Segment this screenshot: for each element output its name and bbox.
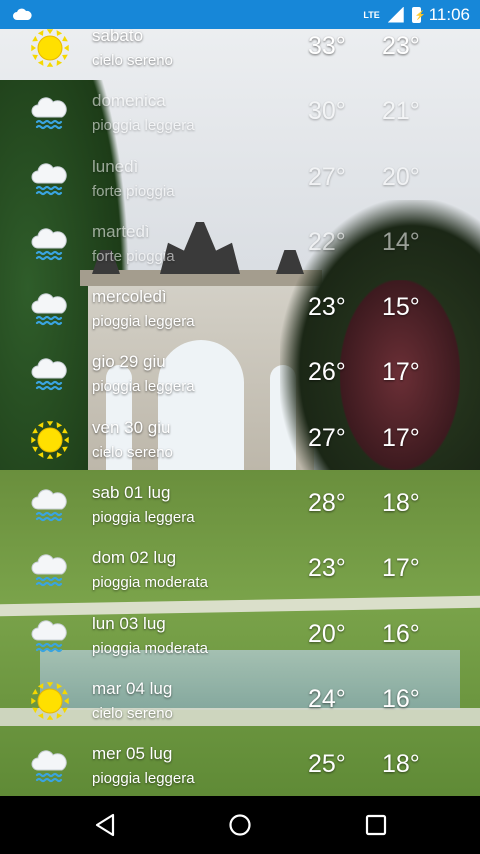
forecast-description: pioggia moderata — [92, 639, 208, 657]
rain-icon — [30, 224, 70, 264]
forecast-day: dom 02 lug — [92, 548, 177, 568]
back-icon[interactable] — [92, 811, 120, 839]
rain-icon — [30, 289, 70, 329]
min-temperature: 17° — [382, 554, 420, 583]
forecast-row[interactable]: mar 04 lug cielo sereno 24° 16° — [0, 674, 480, 739]
min-temperature: 21° — [382, 97, 420, 126]
forecast-day: lunedì — [92, 156, 139, 176]
min-temperature: 20° — [382, 162, 420, 191]
rain-icon — [30, 746, 70, 786]
forecast-day: mar 04 lug — [92, 678, 173, 698]
min-temperature: 17° — [382, 423, 420, 452]
forecast-description: pioggia leggera — [92, 313, 195, 331]
max-temperature: 27° — [308, 162, 346, 191]
min-temperature: 18° — [382, 489, 420, 518]
battery-icon: ⚡ — [411, 6, 426, 23]
max-temperature: 25° — [308, 750, 346, 779]
rain-icon — [30, 616, 70, 656]
forecast-day: martedì — [92, 221, 150, 241]
forecast-description: cielo sereno — [92, 704, 173, 722]
max-temperature: 26° — [308, 358, 346, 387]
navigation-bar — [0, 796, 480, 854]
max-temperature: 23° — [308, 293, 346, 322]
forecast-row[interactable]: sab 01 lug pioggia leggera 28° 18° — [0, 478, 480, 543]
max-temperature: 28° — [308, 489, 346, 518]
max-temperature: 30° — [308, 97, 346, 126]
forecast-description: forte pioggia — [92, 182, 175, 200]
forecast-day: sab 01 lug — [92, 483, 171, 503]
forecast-description: pioggia leggera — [92, 509, 195, 527]
max-temperature: 22° — [308, 227, 346, 256]
rain-icon — [30, 159, 70, 199]
forecast-description: pioggia leggera — [92, 770, 195, 788]
forecast-list[interactable]: sabato cielo sereno 33° 23° domenica pioggia … — [0, 21, 480, 805]
forecast-description: pioggia leggera — [92, 117, 195, 135]
min-temperature: 16° — [382, 619, 420, 648]
forecast-description: cielo sereno — [92, 443, 173, 461]
forecast-description: forte pioggia — [92, 247, 175, 265]
rain-icon — [30, 485, 70, 525]
status-bar: LTE ⚡ 11:06 — [0, 0, 480, 29]
home-icon[interactable] — [226, 811, 254, 839]
forecast-row[interactable]: mercoledì pioggia leggera 23° 15° — [0, 282, 480, 347]
max-temperature: 33° — [308, 32, 346, 60]
max-temperature: 23° — [308, 554, 346, 583]
min-temperature: 23° — [382, 32, 420, 60]
min-temperature: 15° — [382, 293, 420, 322]
forecast-day: mer 05 lug — [92, 744, 173, 764]
min-temperature: 17° — [382, 358, 420, 387]
sun-icon — [30, 681, 70, 721]
rain-icon — [30, 354, 70, 394]
forecast-row[interactable]: mer 05 lug pioggia leggera 25° 18° — [0, 739, 480, 804]
forecast-day: ven 30 giu — [92, 417, 171, 437]
forecast-day: mercoledì — [92, 287, 167, 307]
forecast-row[interactable]: lun 03 lug pioggia moderata 20° 16° — [0, 609, 480, 674]
forecast-description: pioggia moderata — [92, 574, 208, 592]
forecast-row[interactable]: sabato cielo sereno 33° 23° — [0, 21, 480, 86]
sun-icon — [30, 28, 70, 68]
recents-icon[interactable] — [362, 811, 390, 839]
forecast-day: sabato — [92, 26, 144, 45]
sun-icon — [30, 420, 70, 460]
max-temperature: 24° — [308, 684, 346, 713]
forecast-day: gio 29 giu — [92, 352, 166, 372]
min-temperature: 16° — [382, 684, 420, 713]
signal-icon — [387, 6, 404, 23]
forecast-row[interactable]: ven 30 giu cielo sereno 27° 17° — [0, 413, 480, 478]
clock: 11:06 — [428, 4, 470, 24]
forecast-description: pioggia leggera — [92, 378, 195, 396]
network-type: LTE — [363, 9, 380, 20]
rain-icon — [30, 550, 70, 590]
min-temperature: 18° — [382, 750, 420, 779]
forecast-row[interactable]: dom 02 lug pioggia moderata 23° 17° — [0, 543, 480, 608]
min-temperature: 14° — [382, 227, 420, 256]
forecast-day: domenica — [92, 91, 166, 111]
forecast-row[interactable]: martedì forte pioggia 22° 14° — [0, 217, 480, 282]
rain-icon — [30, 93, 70, 133]
forecast-row[interactable]: gio 29 giu pioggia leggera 26° 17° — [0, 347, 480, 412]
forecast-row[interactable]: lunedì forte pioggia 27° 20° — [0, 152, 480, 217]
forecast-day: lun 03 lug — [92, 613, 166, 633]
forecast-row[interactable]: domenica pioggia leggera 30° 21° — [0, 86, 480, 151]
max-temperature: 27° — [308, 423, 346, 452]
max-temperature: 20° — [308, 619, 346, 648]
forecast-description: cielo sereno — [92, 52, 173, 69]
cloud-icon — [12, 7, 32, 26]
